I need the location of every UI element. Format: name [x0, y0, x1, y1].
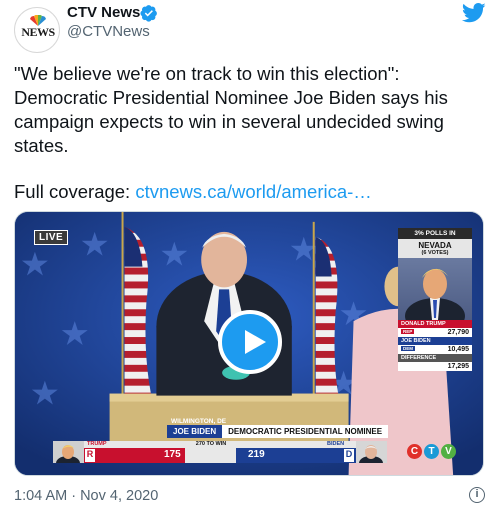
biden-thumbnail	[356, 441, 387, 463]
biden-letter: D	[344, 449, 354, 462]
video-player[interactable]: LIVE 3% POLLS IN NEVADA (6 VOTES) DONALD…	[14, 211, 484, 476]
rep-row: REP 27,790	[398, 328, 472, 337]
trump-letter: R	[85, 449, 95, 462]
info-icon[interactable]: i	[469, 487, 485, 503]
to-win-label: 270 TO WIN	[195, 441, 227, 447]
score-bar: TRUMP R 175 270 TO WIN 219 BIDEN D	[84, 441, 356, 463]
play-icon[interactable]	[218, 310, 282, 374]
avatar[interactable]: NEWS	[14, 7, 60, 53]
polls-in: 3% POLLS IN	[398, 228, 472, 239]
rep-party: REP	[401, 329, 415, 334]
biden-label: BIDEN	[327, 441, 345, 447]
logo-text: NEWS	[21, 25, 55, 39]
speaker-name: JOE BIDEN	[167, 425, 223, 438]
state-name: NEVADA	[398, 239, 472, 250]
ctv-logo: C T V	[407, 444, 456, 459]
verified-badge-icon	[140, 5, 157, 22]
location-caption: WILMINGTON, DE	[171, 418, 227, 425]
trump-votes: 175	[164, 449, 181, 460]
tweet-line: campaign expects to win in several undec…	[14, 111, 444, 132]
tweet-line: Democratic Presidential Nominee Joe Bide…	[14, 87, 448, 108]
biden-votes: 219	[248, 449, 265, 460]
rep-votes: 27,790	[447, 329, 469, 336]
dem-label: JOE BIDEN	[398, 337, 472, 345]
dem-votes: 10,495	[447, 346, 469, 353]
dem-row: DEM 10,495	[398, 345, 472, 354]
twitter-bird-icon[interactable]	[462, 3, 486, 23]
tweet-text: "We believe we're on track to win this e…	[14, 62, 479, 158]
tweet-line: "We believe we're on track to win this e…	[14, 63, 400, 84]
rep-label: DONALD TRUMP	[398, 320, 472, 328]
tweet-line: states.	[14, 135, 69, 156]
speaker-title: DEMOCRATIC PRESIDENTIAL NOMINEE	[222, 425, 389, 438]
trump-thumbnail	[53, 441, 84, 463]
lower-third: JOE BIDEN DEMOCRATIC PRESIDENTIAL NOMINE…	[167, 425, 389, 438]
results-panel: 3% POLLS IN NEVADA (6 VOTES) DONALD TRUM…	[398, 228, 472, 371]
ctv-letter: V	[441, 444, 456, 459]
live-badge: LIVE	[34, 230, 69, 245]
coverage-prefix: Full coverage:	[14, 181, 131, 202]
coverage-line: Full coverage: ctvnews.ca/world/america-…	[14, 180, 372, 204]
ctv-letter: T	[424, 444, 439, 459]
dem-party: DEM	[401, 346, 415, 351]
candidate-photo	[398, 258, 472, 320]
tweet-card: NEWS CTV News @CTVNews "We believe we're…	[0, 0, 497, 511]
electoral-votes: (6 VOTES)	[398, 250, 472, 258]
diff-label: DIFFERENCE	[398, 354, 472, 362]
diff-votes: 17,295	[398, 362, 472, 371]
electoral-scoreboard: TRUMP R 175 270 TO WIN 219 BIDEN D	[53, 441, 387, 463]
account-name[interactable]: CTV News	[67, 4, 140, 21]
account-handle[interactable]: @CTVNews	[67, 23, 150, 40]
ctv-letter: C	[407, 444, 422, 459]
timestamp[interactable]: 1:04 AM · Nov 4, 2020	[14, 488, 158, 504]
article-link[interactable]: ctvnews.ca/world/america-…	[135, 181, 371, 202]
trump-label: TRUMP	[87, 441, 107, 447]
